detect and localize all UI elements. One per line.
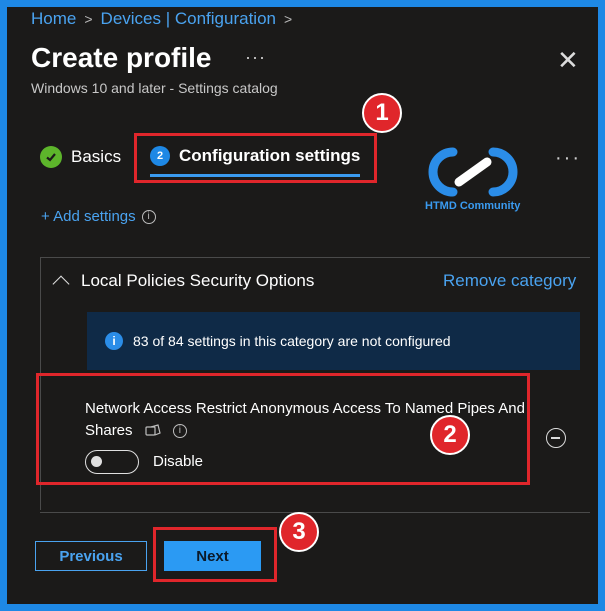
category-header[interactable]: Local Policies Security Options <box>52 271 315 293</box>
annotation-box-1 <box>134 133 377 183</box>
info-message-text: 83 of 84 settings in this category are n… <box>133 333 451 349</box>
check-icon <box>40 146 62 168</box>
footer-divider <box>40 512 590 513</box>
annotation-callout-3: 3 <box>279 512 319 552</box>
annotation-box-3 <box>153 527 277 582</box>
breadcrumb-home[interactable]: Home <box>31 9 76 29</box>
annotation-callout-1: 1 <box>362 93 402 133</box>
tab-basics[interactable]: Basics <box>40 146 121 168</box>
breadcrumb: Home > Devices | Configuration > <box>31 9 292 29</box>
add-settings-label: + Add settings <box>41 208 136 225</box>
create-profile-panel: Home > Devices | Configuration > Create … <box>7 7 598 604</box>
info-icon[interactable]: i <box>141 209 156 224</box>
annotation-callout-2: 2 <box>430 415 470 455</box>
remove-category-link[interactable]: Remove category <box>443 271 576 291</box>
info-message-bar: i 83 of 84 settings in this category are… <box>87 312 580 370</box>
breadcrumb-separator: > <box>284 11 293 27</box>
add-settings-link[interactable]: + Add settings i <box>41 208 156 225</box>
breadcrumb-separator: > <box>84 11 93 27</box>
page-subtitle: Windows 10 and later - Settings catalog <box>31 80 278 96</box>
breadcrumb-devices-configuration[interactable]: Devices | Configuration <box>101 9 276 29</box>
category-divider <box>40 257 590 258</box>
chevron-up-icon[interactable] <box>52 275 70 293</box>
htmd-logo-icon <box>428 147 518 197</box>
remove-setting-icon[interactable] <box>546 428 566 448</box>
more-options-button[interactable]: ··· <box>245 47 266 68</box>
category-title: Local Policies Security Options <box>81 271 315 290</box>
previous-button[interactable]: Previous <box>35 541 147 571</box>
close-button[interactable]: ✕ <box>557 47 579 73</box>
tab-basics-label: Basics <box>71 147 122 166</box>
tabs-more-button[interactable]: ··· <box>555 147 581 170</box>
logo-text: HTMD Community <box>425 200 521 212</box>
info-icon: i <box>105 332 123 350</box>
page-title: Create profile <box>31 42 212 73</box>
